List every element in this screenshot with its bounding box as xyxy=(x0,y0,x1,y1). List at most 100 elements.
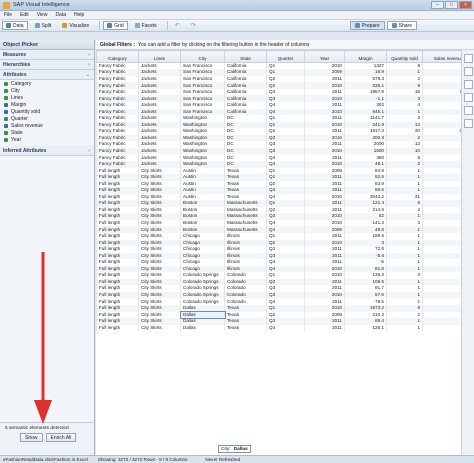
table-cell: San Francisco xyxy=(180,62,225,70)
tooltip-value: Dallas xyxy=(233,446,248,452)
attribute-item[interactable]: Sales revenue xyxy=(0,122,94,129)
column-header[interactable]: City xyxy=(180,50,225,63)
toolbar-separator xyxy=(99,21,101,30)
right-tool-strip xyxy=(461,50,474,455)
filter-tool-icon[interactable] xyxy=(464,54,473,63)
measure-icon xyxy=(4,102,8,107)
column-header[interactable]: State xyxy=(224,50,267,63)
attributes-section[interactable]: Attributes ⌄ xyxy=(0,70,94,80)
attribute-item[interactable]: Year xyxy=(0,136,94,143)
column-header[interactable]: Lines xyxy=(138,50,181,63)
data-table: Category Lines City State Quarter Year Margin Q… xyxy=(96,50,474,332)
title-bar: SAP Visual Intelligence – □ × xyxy=(0,0,474,11)
maximize-icon[interactable]: □ xyxy=(445,1,458,9)
redo-button[interactable]: ↷ xyxy=(187,21,200,30)
facets-button[interactable]: Facets xyxy=(131,21,161,30)
show-button[interactable]: Show xyxy=(20,433,43,442)
red-arrow-annotation xyxy=(34,252,52,424)
table-cell: California xyxy=(224,62,267,70)
cell-tooltip: City: Dallas xyxy=(218,445,251,453)
arrow-head xyxy=(34,400,52,424)
enrich-all-button[interactable]: Enrich All xyxy=(45,433,77,442)
visualize-view-button[interactable]: Visualize xyxy=(58,21,93,30)
attribute-item[interactable]: State xyxy=(0,129,94,136)
toolbar-separator xyxy=(166,21,168,30)
data-view-button[interactable]: Data xyxy=(2,21,28,30)
table-row[interactable]: Full length City Skirts Dallas Texas Q4 2011 1… xyxy=(96,324,474,332)
table-cell: Texas xyxy=(224,324,267,332)
prepare-icon xyxy=(354,23,360,28)
table-body: Fancy Fabric Jackets San Francisco Californ… xyxy=(96,62,474,332)
attribute-list: Category City Lines Margin Quantity sold Quar… xyxy=(0,80,94,143)
table-cell: 8 xyxy=(386,62,423,70)
data-grid-pane: Global Filters : You can add a filter by… xyxy=(96,40,474,455)
semantic-enrichment-area: 5 semantic elements detected Show Enrich… xyxy=(0,422,94,455)
grid-icon xyxy=(107,23,113,28)
column-header[interactable]: Category xyxy=(96,50,139,63)
measure-icon xyxy=(4,109,8,114)
chevron-right-icon: › xyxy=(88,61,90,68)
grid-button[interactable]: Grid xyxy=(103,21,128,30)
table-cell: Colorado Springs xyxy=(180,298,225,305)
table-cell: City Skirts xyxy=(138,324,181,332)
semantic-detected-text: 5 semantic elements detected xyxy=(5,426,69,431)
split-icon xyxy=(34,23,40,28)
status-bar: eFashionRetailData.xls/eFashion in Excel… xyxy=(0,455,474,463)
close-icon[interactable]: × xyxy=(459,1,472,9)
global-filters-label: Global Filters : xyxy=(100,41,136,48)
duplicate-tool-icon[interactable] xyxy=(464,106,473,115)
dimension-icon xyxy=(4,137,8,142)
inferred-attributes-section[interactable]: Inferred Attributes › xyxy=(0,146,94,156)
menu-file[interactable]: File xyxy=(4,12,12,18)
attribute-item[interactable]: Quarter xyxy=(0,115,94,122)
undo-button[interactable]: ↶ xyxy=(171,21,184,30)
split-tool-icon[interactable] xyxy=(464,119,473,128)
attribute-item[interactable]: Category xyxy=(0,80,94,87)
status-rows: Showing: 3272 / 3272 Rows - 9 / 9 Column… xyxy=(97,457,188,462)
menu-help[interactable]: Help xyxy=(74,12,84,18)
window-title: SAP Visual Intelligence xyxy=(13,2,70,8)
table-cell: Full length xyxy=(96,324,139,332)
dimension-icon xyxy=(4,81,8,86)
attribute-label: Quarter xyxy=(11,115,28,122)
toolbar: Data Split Visualize Grid Facets ↶ ↷ Pre… xyxy=(0,20,474,32)
table-cell: Colorado Springs xyxy=(180,272,225,279)
table-row[interactable]: Fancy Fabric Jackets San Francisco Californ… xyxy=(96,62,474,70)
measure-icon xyxy=(4,123,8,128)
attribute-item[interactable]: Quantity sold xyxy=(0,108,94,115)
menu-edit[interactable]: Edit xyxy=(20,12,29,18)
global-filters-bar: Global Filters : You can add a filter by… xyxy=(96,40,474,50)
attribute-item[interactable]: City xyxy=(0,87,94,94)
data-icon xyxy=(6,23,11,28)
table-cell: 128.1 xyxy=(344,324,387,332)
undo-icon: ↶ xyxy=(174,23,180,29)
attribute-label: Year xyxy=(11,136,22,143)
attribute-label: Sales revenue xyxy=(11,122,43,129)
attribute-item[interactable]: Margin xyxy=(0,101,94,108)
minimize-icon[interactable]: – xyxy=(431,1,444,9)
chart-icon xyxy=(62,23,68,28)
column-header[interactable]: Quantity sold xyxy=(386,50,423,63)
menu-data[interactable]: Data xyxy=(55,12,66,18)
split-view-button[interactable]: Split xyxy=(31,21,56,30)
dimension-icon xyxy=(4,88,8,93)
calc-tool-icon[interactable] xyxy=(464,93,473,102)
rank-tool-icon[interactable] xyxy=(464,80,473,89)
measures-section[interactable]: Measures › xyxy=(0,50,94,60)
column-header[interactable]: Year xyxy=(304,50,345,63)
table-cell: Q1 xyxy=(266,62,305,70)
attribute-label: Quantity sold xyxy=(11,108,41,115)
attribute-item[interactable]: Lines xyxy=(0,94,94,101)
table-cell: Q4 xyxy=(266,324,305,332)
table-cell: Colorado Springs xyxy=(180,278,225,286)
table-cell: 2011 xyxy=(304,324,345,332)
menu-view[interactable]: View xyxy=(37,12,48,18)
dimension-icon xyxy=(4,130,8,135)
table-cell: Colorado Springs xyxy=(180,285,225,292)
column-header[interactable]: Quarter xyxy=(266,50,305,63)
share-button[interactable]: Share xyxy=(386,21,417,30)
sort-tool-icon[interactable] xyxy=(464,67,473,76)
prepare-button[interactable]: Prepare xyxy=(349,21,385,30)
hierarchies-section[interactable]: Hierarchies › xyxy=(0,60,94,70)
column-header[interactable]: Margin xyxy=(344,50,387,63)
